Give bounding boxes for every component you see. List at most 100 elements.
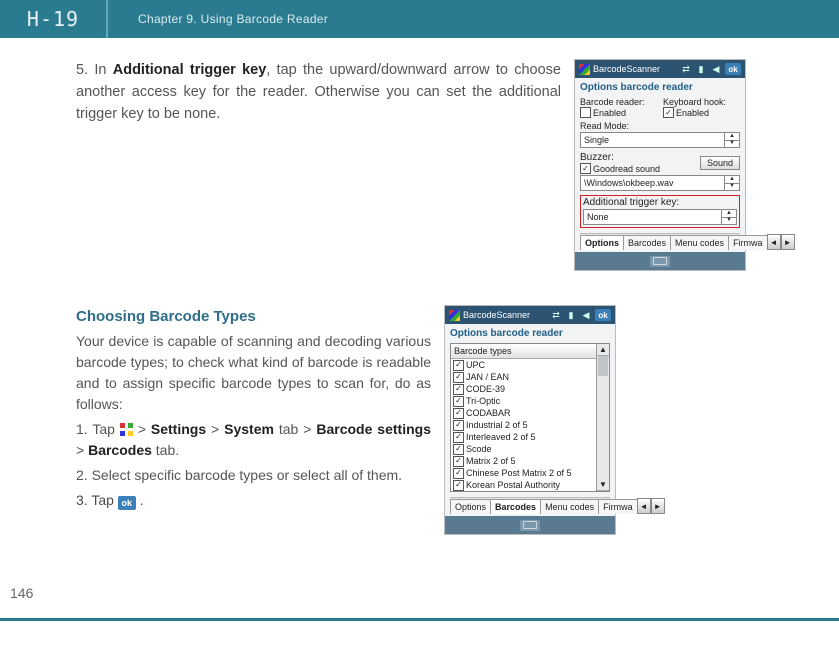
list-item: ✓Chinese Post Matrix 2 of 5 <box>451 467 596 479</box>
reader-label: Barcode reader: <box>580 97 657 107</box>
list-item: ✓UPC <box>451 359 596 371</box>
sep1: > <box>133 421 151 437</box>
footer-rule <box>0 618 839 621</box>
list-item: ✓Matrix 2 of 5 <box>451 455 596 467</box>
item-label: Chinese Post Matrix 2 of 5 <box>466 467 572 479</box>
readmode-value: Single <box>581 135 724 145</box>
start-icon[interactable] <box>579 64 590 75</box>
checkbox-icon[interactable]: ✓ <box>453 372 464 383</box>
top-bar: H-19 Chapter 9. Using Barcode Reader <box>0 0 839 38</box>
nav-system: System <box>224 421 274 437</box>
tab-firmware[interactable]: Firmwa <box>598 499 638 514</box>
scroll-thumb[interactable] <box>598 356 608 376</box>
device-logo: H-19 <box>0 0 108 38</box>
section-para1: Your device is capable of scanning and d… <box>76 331 431 415</box>
list-item: ✓CODABAR <box>451 407 596 419</box>
tab-options[interactable]: Options <box>450 499 491 514</box>
scroll-down-icon[interactable]: ▼ <box>597 479 609 491</box>
volume-icon[interactable]: ◀ <box>580 309 592 321</box>
list-item: ✓Korean Postal Authority <box>451 479 596 491</box>
readmode-field[interactable]: Single ▲▼ <box>580 132 740 148</box>
screenshot-options: BarcodeScanner ⇄ ▮ ◀ ok Options barcode … <box>575 60 745 270</box>
sound-spinner[interactable]: ▲▼ <box>724 176 739 190</box>
screenshot-barcode-types: BarcodeScanner ⇄ ▮ ◀ ok Options barcode … <box>445 306 615 534</box>
checkbox-icon[interactable]: ✓ <box>453 456 464 467</box>
app-titlebar: BarcodeScanner ⇄ ▮ ◀ ok <box>575 60 745 78</box>
item-label: Matrix 2 of 5 <box>466 455 516 467</box>
sound-path-field[interactable]: \Windows\okbeep.wav ▲▼ <box>580 175 740 191</box>
ok-button[interactable]: ok <box>595 309 611 321</box>
tab-barcodes[interactable]: Barcodes <box>490 499 541 514</box>
reader-enabled-checkbox[interactable]: Enabled <box>580 107 657 118</box>
checkbox-icon[interactable]: ✓ <box>453 432 464 443</box>
app-title: BarcodeScanner <box>463 310 547 320</box>
readmode-spinner[interactable]: ▲▼ <box>724 133 739 147</box>
tab-scroll-left-icon[interactable]: ◄ <box>637 498 651 514</box>
step-1: 1. Tap > Settings > System tab > Barcode… <box>76 419 431 461</box>
checkbox-icon[interactable]: ✓ <box>453 468 464 479</box>
keyboard-icon[interactable] <box>650 256 670 267</box>
list-item: ✓JAN / EAN <box>451 371 596 383</box>
s1-lead: 1. Tap <box>76 421 120 437</box>
tab-barcodes[interactable]: Barcodes <box>623 235 671 250</box>
reader-chk-label: Enabled <box>593 108 626 118</box>
signal-icon[interactable]: ▮ <box>565 309 577 321</box>
spin-down-icon[interactable]: ▼ <box>725 141 739 148</box>
step-5: 5. In Additional trigger key, tap the up… <box>76 60 773 270</box>
tab-scroll-right-icon[interactable]: ► <box>781 234 795 250</box>
tab-firmware[interactable]: Firmwa <box>728 235 768 250</box>
atk-spinner[interactable]: ▲▼ <box>721 210 736 224</box>
signal-icon[interactable]: ▮ <box>695 63 707 75</box>
item-label: Interleaved 2 of 5 <box>466 431 536 443</box>
nav-barcode-settings: Barcode settings <box>316 421 431 437</box>
network-icon[interactable]: ⇄ <box>680 63 692 75</box>
checkbox-icon[interactable]: ✓ <box>453 396 464 407</box>
scroll-up-icon[interactable]: ▲ <box>597 344 609 356</box>
tab-menucodes[interactable]: Menu codes <box>670 235 729 250</box>
buzzer-label: Buzzer: <box>580 152 696 163</box>
item-label: JAN / EAN <box>466 371 509 383</box>
checkbox-icon[interactable]: ✓ <box>453 420 464 431</box>
tab-menucodes[interactable]: Menu codes <box>540 499 599 514</box>
checkbox-icon[interactable]: ✓ <box>453 408 464 419</box>
sep2: > <box>206 421 224 437</box>
atk-value: None <box>584 212 721 222</box>
spin-down-icon[interactable]: ▼ <box>725 184 739 191</box>
ok-icon: ok <box>118 496 136 510</box>
barcode-type-list[interactable]: Barcode types ✓UPC ✓JAN / EAN ✓CODE-39 ✓… <box>450 343 610 492</box>
tab-scroll-left-icon[interactable]: ◄ <box>767 234 781 250</box>
goodread-label: Goodread sound <box>593 164 660 174</box>
ok-button[interactable]: ok <box>725 63 741 75</box>
step-key: Additional trigger key <box>113 62 267 78</box>
atk-field[interactable]: None ▲▼ <box>583 209 737 225</box>
network-icon[interactable]: ⇄ <box>550 309 562 321</box>
item-label: Industrial 2 of 5 <box>466 419 528 431</box>
keyboard-icon[interactable] <box>520 520 540 531</box>
checkbox-icon[interactable]: ✓ <box>453 360 464 371</box>
spin-down-icon[interactable]: ▼ <box>722 218 736 225</box>
checkbox-icon[interactable]: ✓ <box>453 384 464 395</box>
readmode-label: Read Mode: <box>580 121 740 131</box>
step-2: 2. Select specific barcode types or sele… <box>76 465 431 486</box>
windows-start-icon <box>120 423 133 436</box>
soft-keyboard-bar[interactable] <box>445 516 615 534</box>
checkbox-icon[interactable]: ✓ <box>453 480 464 491</box>
start-icon[interactable] <box>449 310 460 321</box>
panel-caption: Options barcode reader <box>580 82 740 93</box>
chapter-title: Chapter 9. Using Barcode Reader <box>138 12 328 26</box>
tab-options[interactable]: Options <box>580 235 624 250</box>
volume-icon[interactable]: ◀ <box>710 63 722 75</box>
list-item: ✓CODE-39 <box>451 383 596 395</box>
tab-scroll-right-icon[interactable]: ► <box>651 498 665 514</box>
goodread-checkbox[interactable]: ✓Goodread sound <box>580 163 696 174</box>
app-titlebar: BarcodeScanner ⇄ ▮ ◀ ok <box>445 306 615 324</box>
soft-keyboard-bar[interactable] <box>575 252 745 270</box>
list-header: Barcode types <box>451 344 596 359</box>
nav-barcodes: Barcodes <box>88 442 152 458</box>
checkbox-icon[interactable]: ✓ <box>453 444 464 455</box>
hook-enabled-checkbox[interactable]: ✓Enabled <box>663 107 740 118</box>
scrollbar[interactable]: ▲ ▼ <box>596 344 609 491</box>
item-label: Tri-Optic <box>466 395 500 407</box>
sound-button[interactable]: Sound <box>700 156 740 170</box>
hook-label: Keyboard hook: <box>663 97 740 107</box>
